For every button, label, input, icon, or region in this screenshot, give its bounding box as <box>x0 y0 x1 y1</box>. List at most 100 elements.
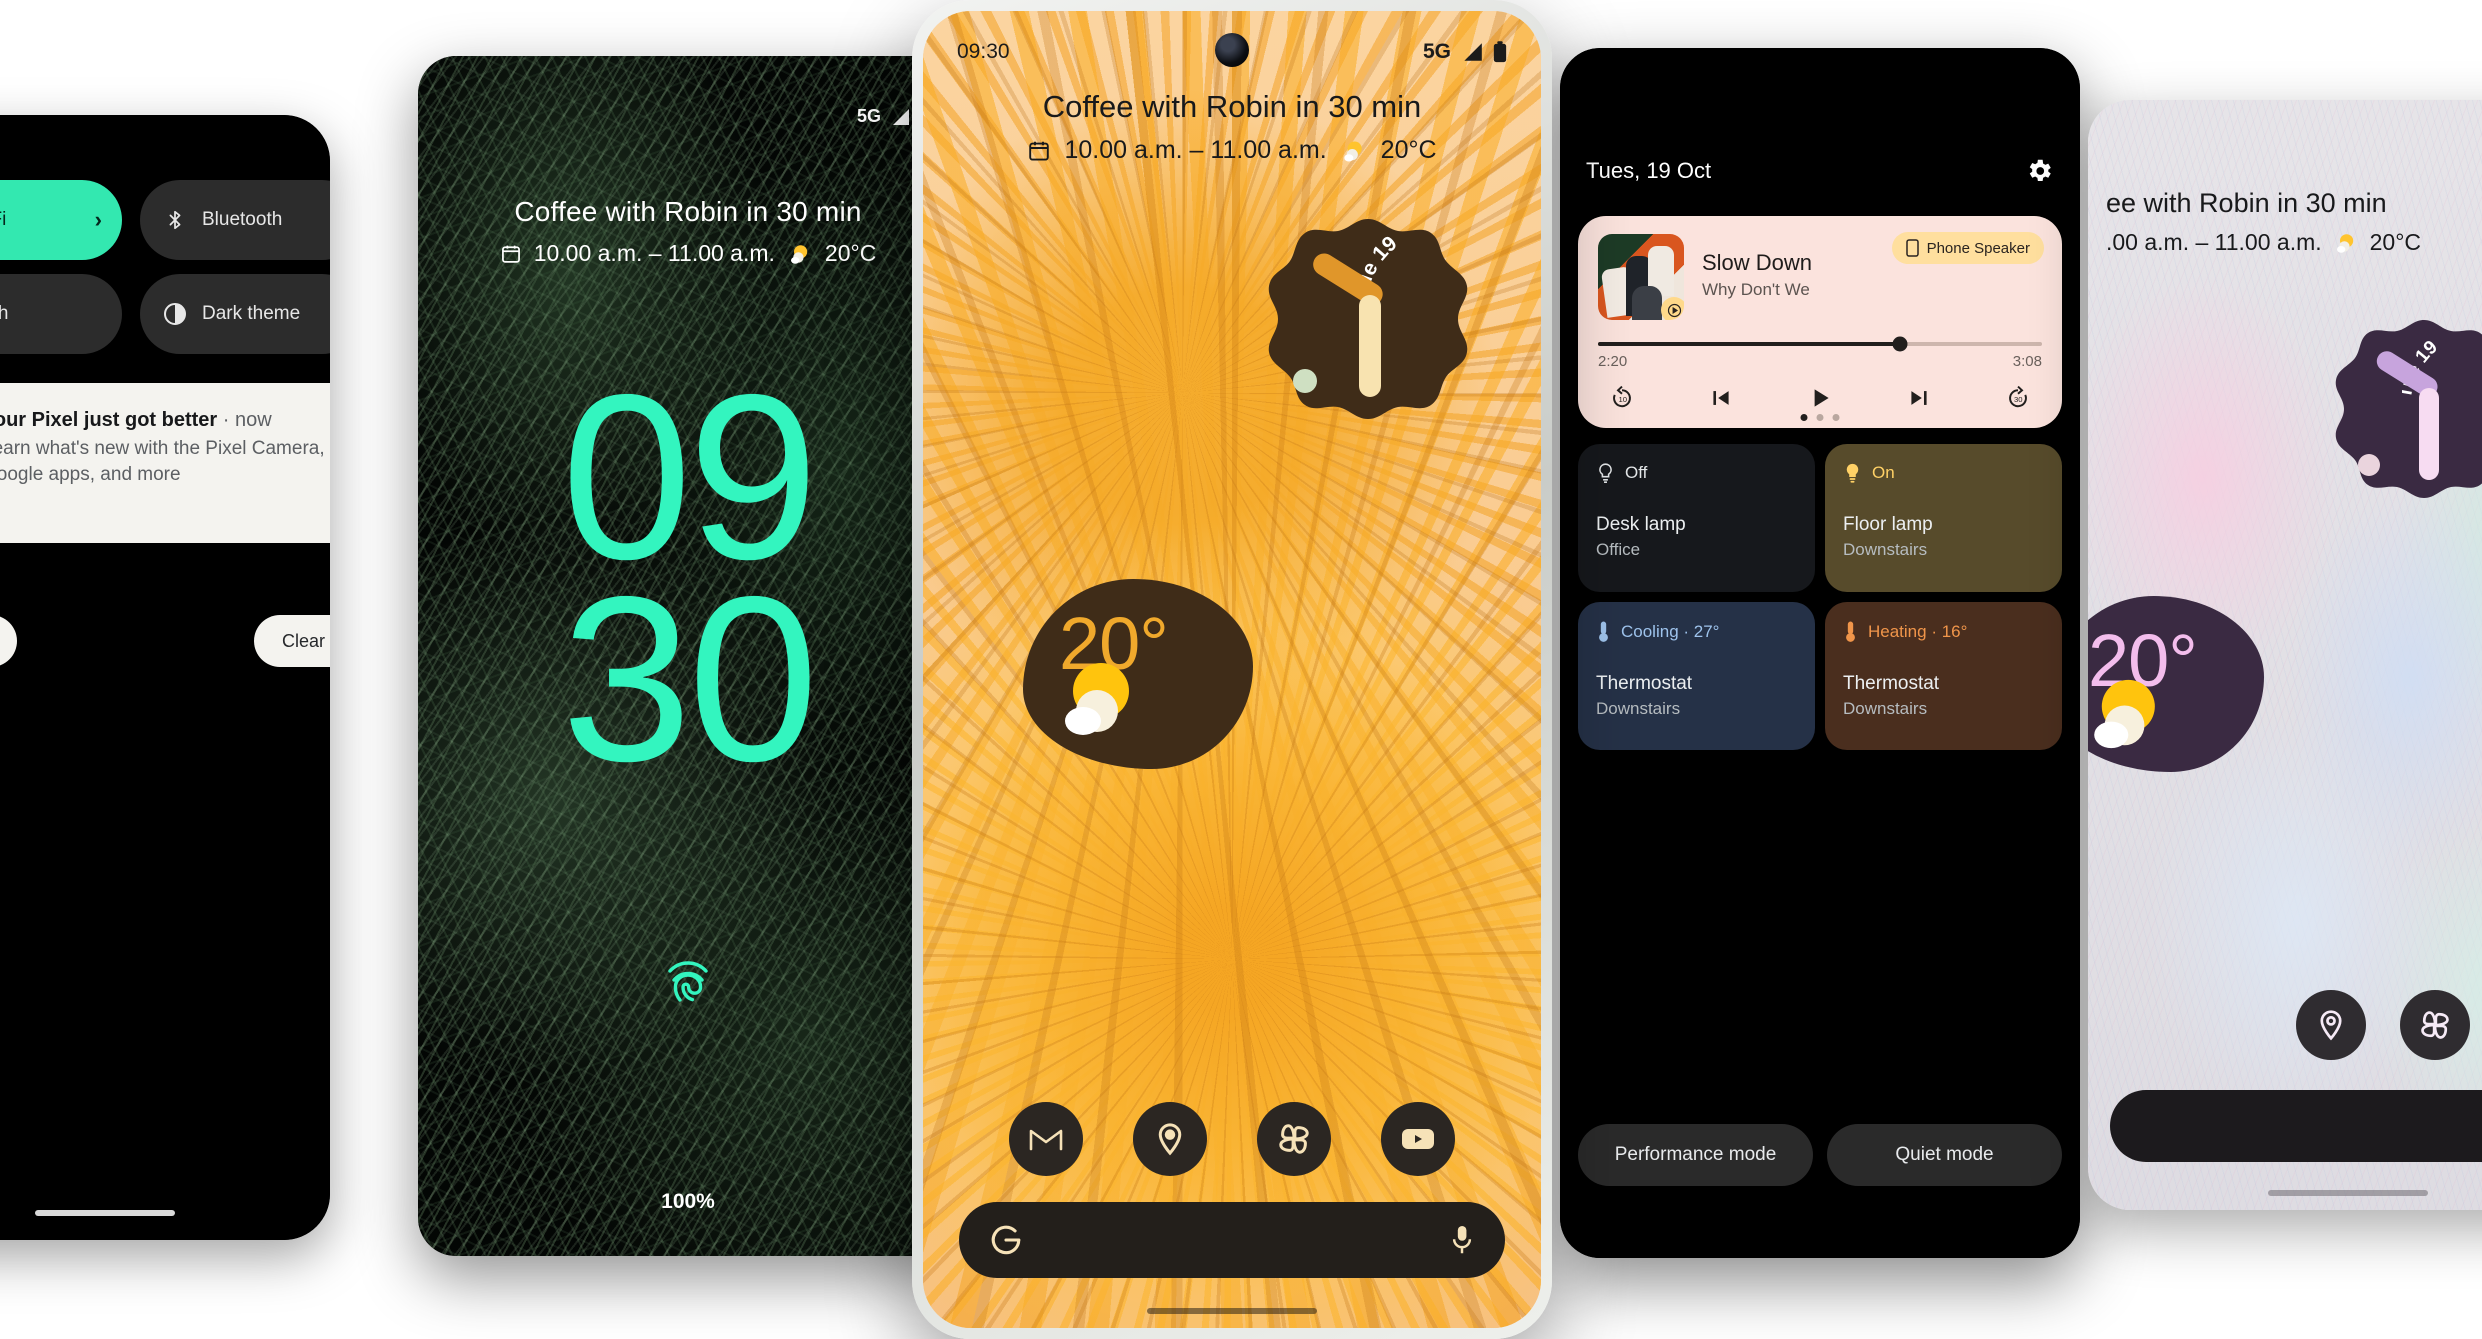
performance-mode-button[interactable]: Performance mode <box>1578 1124 1813 1186</box>
home-indicator[interactable] <box>2268 1190 2428 1196</box>
output-device-chip[interactable]: Phone Speaker <box>1891 232 2044 264</box>
qs-tile-label: Dark theme <box>202 303 301 324</box>
page-dot[interactable] <box>1816 414 1824 421</box>
home-indicator[interactable] <box>35 1210 175 1216</box>
dock-app-maps[interactable] <box>2296 990 2366 1060</box>
notification-card[interactable]: Your Pixel just got better · now Learn w… <box>0 383 330 543</box>
quiet-mode-button[interactable]: Quiet mode <box>1827 1124 2062 1186</box>
total-duration: 3:08 <box>2012 353 2042 370</box>
glance-time-range: 10.00 a.m. – 11.00 a.m. <box>533 240 775 266</box>
control-state: On <box>1872 463 1895 482</box>
glance-title: Coffee with Robin in 30 min <box>514 196 862 227</box>
weather-widget[interactable]: 20° <box>1023 579 1253 769</box>
glance-subtitle: .00 a.m. – 11.00 a.m. 20°C <box>2106 229 2482 256</box>
phone-device-controls: Tues, 19 Oct Phone Speaker Slow Down Why… <box>1560 48 2080 1258</box>
media-progress[interactable]: 2:20 3:08 <box>1598 336 2042 370</box>
google-search-bar[interactable] <box>2110 1090 2482 1162</box>
clock-minute-hand <box>1359 295 1381 397</box>
page-dot[interactable] <box>1800 414 1808 421</box>
thermometer-heat-icon <box>1843 620 1858 643</box>
progress-times: 2:20 3:08 <box>1598 353 2042 370</box>
status-bar-right: 5G <box>1423 40 1507 64</box>
forward-30-icon[interactable]: 30 <box>2004 384 2032 412</box>
glance-time-range: .00 a.m. – 11.00 a.m. <box>2106 229 2322 255</box>
replay-10-icon[interactable]: 10 <box>1608 384 1636 412</box>
control-name: Thermostat <box>1596 673 1693 694</box>
progress-fill <box>1598 342 1900 346</box>
skip-previous-icon[interactable] <box>1708 385 1734 411</box>
clock-widget[interactable]: Tue 19 <box>1255 217 1481 443</box>
microphone-icon[interactable] <box>1449 1224 1475 1256</box>
play-icon[interactable] <box>1806 384 1834 412</box>
thermometer-cool-icon <box>1596 620 1611 643</box>
weather-widget[interactable]: 20° <box>2088 596 2264 772</box>
home-indicator[interactable] <box>1147 1308 1317 1314</box>
qs-tile-dark-theme[interactable]: Dark theme <box>140 274 330 354</box>
control-thermostat-cooling[interactable]: Cooling · 27° Thermostat Downstairs <box>1578 602 1815 750</box>
bluetooth-icon <box>162 207 188 233</box>
progress-knob[interactable] <box>1892 336 1908 352</box>
control-state-row: On <box>1843 462 2044 484</box>
qs-tile-wifi[interactable]: Wi-Fi › <box>0 180 122 260</box>
clock-minutes: 30 <box>561 547 818 811</box>
quick-settings-screen: 09:30 Wi-Fi › Bluetooth <box>0 115 330 1240</box>
control-name: Floor lamp <box>1843 514 1933 535</box>
control-state: Cooling · 27° <box>1621 621 1720 641</box>
phone-speaker-icon <box>1905 239 1919 257</box>
dock-app-youtube[interactable] <box>1381 1102 1455 1176</box>
media-player-card[interactable]: Phone Speaker Slow Down Why Don't We 2:2… <box>1578 216 2062 428</box>
progress-track[interactable] <box>1598 336 2042 352</box>
dock-app-gmail[interactable] <box>1009 1102 1083 1176</box>
dock-app-photos[interactable] <box>1257 1102 1331 1176</box>
page-dot[interactable] <box>1832 414 1840 421</box>
clock-minute-hand <box>2419 388 2439 480</box>
media-page-dots[interactable] <box>1800 414 1840 421</box>
glance-title: Coffee with Robin in 30 min <box>1042 89 1422 124</box>
at-a-glance-widget[interactable]: Coffee with Robin in 30 min 10.00 a.m. –… <box>923 89 1541 165</box>
skip-next-icon[interactable] <box>1906 385 1932 411</box>
front-camera-punchhole <box>1215 33 1249 67</box>
notification-title-row: Your Pixel just got better · now <box>0 409 330 432</box>
app-dock <box>2088 990 2482 1060</box>
notification-time: now <box>235 409 272 431</box>
svg-text:30: 30 <box>2014 395 2023 404</box>
control-name: Desk lamp <box>1596 514 1686 535</box>
dock-app-photos[interactable] <box>2400 990 2470 1060</box>
sun-cloud-icon <box>2090 678 2182 754</box>
control-state-row: Cooling · 27° <box>1596 620 1797 643</box>
phone-home-hero: 09:30 5G Coffee with Robin in 30 min 10.… <box>912 0 1552 1339</box>
app-dock <box>923 1102 1541 1176</box>
control-thermostat-heating[interactable]: Heating · 16° Thermostat Downstairs <box>1825 602 2062 750</box>
glance-temperature: 20°C <box>824 240 877 266</box>
gear-icon[interactable] <box>2024 156 2054 186</box>
control-room: Downstairs <box>1843 699 1928 718</box>
manage-button[interactable]: Manage <box>0 615 18 667</box>
control-floor-lamp[interactable]: On Floor lamp Downstairs <box>1825 444 2062 592</box>
fingerprint-icon[interactable] <box>662 956 714 1012</box>
control-state-row: Heating · 16° <box>1843 620 2044 643</box>
control-room: Downstairs <box>1843 540 1928 559</box>
dock-app-maps[interactable] <box>1133 1102 1207 1176</box>
google-search-bar[interactable] <box>959 1202 1505 1278</box>
sun-cloud-icon <box>787 241 813 267</box>
contrast-icon <box>162 301 188 327</box>
notification-separator: · <box>222 409 230 431</box>
device-controls-screen: Tues, 19 Oct Phone Speaker Slow Down Why… <box>1560 48 2080 1258</box>
play-source-badge <box>1661 297 1684 320</box>
qs-tile-bluetooth[interactable]: Bluetooth <box>140 180 330 260</box>
clock-widget[interactable]: Tue 19 <box>2324 318 2482 518</box>
at-a-glance-widget[interactable]: Coffee with Robin in 30 min 10.00 a.m. –… <box>418 196 958 267</box>
google-g-icon <box>989 1223 1023 1257</box>
qs-tile-torch[interactable]: Torch <box>0 274 122 354</box>
network-label: 5G <box>856 106 881 126</box>
network-label: 5G <box>1422 40 1451 63</box>
lockscreen-clock: 09 30 <box>418 359 958 811</box>
at-a-glance-widget[interactable]: ee with Robin in 30 min .00 a.m. – 11.00… <box>2106 188 2482 256</box>
notification-title: Your Pixel just got better <box>0 409 218 431</box>
clear-all-button[interactable]: Clear all <box>253 615 330 667</box>
glance-subtitle: 10.00 a.m. – 11.00 a.m. 20°C <box>418 240 958 267</box>
control-desk-lamp[interactable]: Off Desk lamp Office <box>1578 444 1815 592</box>
chevron-right-icon[interactable]: › <box>95 207 102 233</box>
svg-text:10: 10 <box>1619 395 1628 404</box>
calendar-icon <box>1027 139 1051 163</box>
